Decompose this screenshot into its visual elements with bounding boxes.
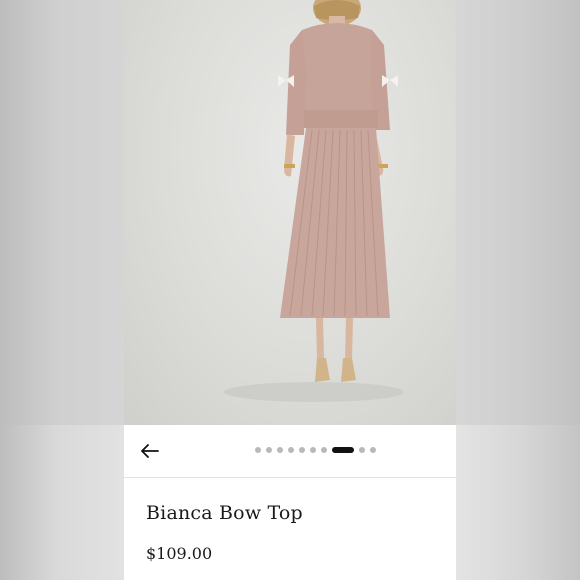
- product-price: $109.00: [146, 544, 213, 563]
- blurred-background-right: [456, 0, 580, 580]
- product-photo[interactable]: [124, 0, 456, 425]
- pagination-dot[interactable]: [310, 447, 316, 453]
- pagination-dot[interactable]: [321, 447, 327, 453]
- product-info: Bianca Bow Top $109.00: [124, 478, 456, 580]
- pagination-dot[interactable]: [255, 447, 261, 453]
- model-photo: [224, 0, 404, 402]
- gallery-pagination: [255, 446, 376, 454]
- pagination-dot[interactable]: [370, 447, 376, 453]
- back-button[interactable]: [138, 439, 162, 463]
- pagination-dot[interactable]: [277, 447, 283, 453]
- pagination-dot[interactable]: [299, 447, 305, 453]
- pagination-dot-active[interactable]: [332, 447, 354, 453]
- pagination-dot[interactable]: [288, 447, 294, 453]
- back-arrow-icon: [141, 444, 159, 458]
- pagination-dot[interactable]: [266, 447, 272, 453]
- gallery-toolbar: [124, 425, 456, 478]
- product-title: Bianca Bow Top: [146, 502, 303, 524]
- product-screen: Bianca Bow Top $109.00: [124, 0, 456, 580]
- pagination-dot[interactable]: [359, 447, 365, 453]
- blurred-background-left: [0, 0, 124, 580]
